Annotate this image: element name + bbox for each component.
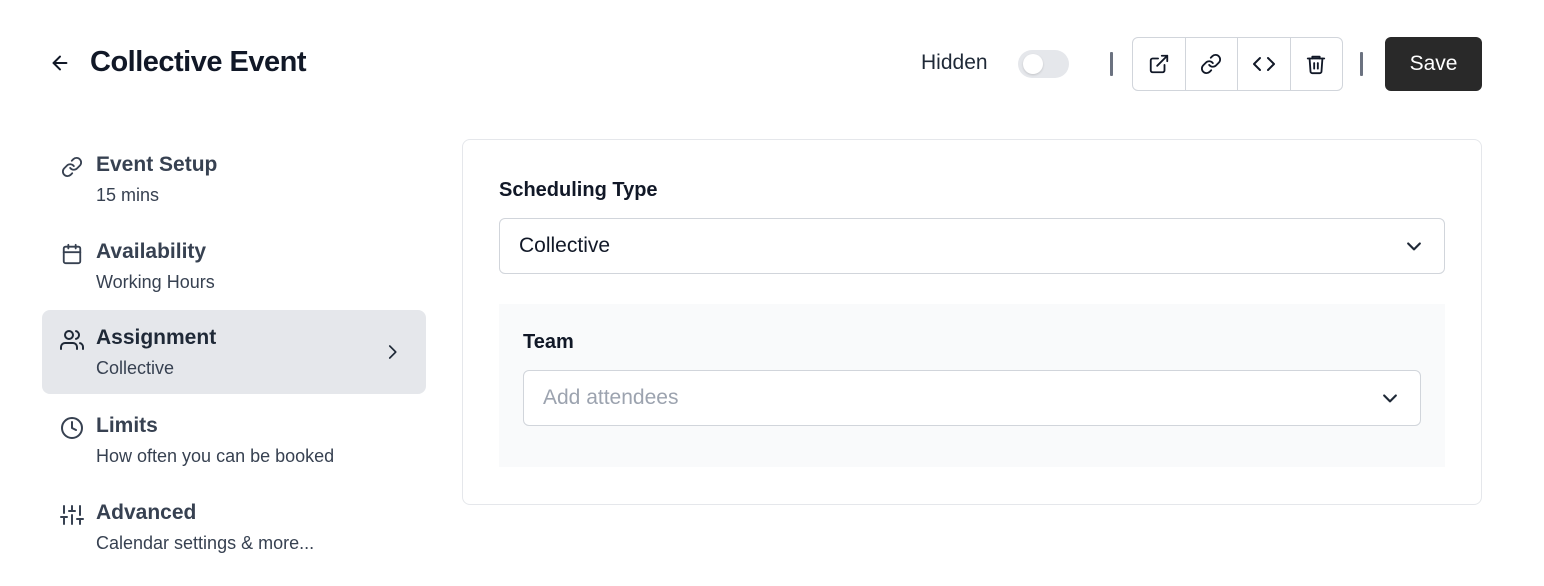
sidebar-item-limits[interactable]: Limits How often you can be booked (42, 400, 426, 484)
sidebar-item-label: Advanced (96, 501, 197, 524)
embed-button[interactable] (1238, 38, 1291, 90)
sidebar-item-label: Limits (96, 414, 158, 437)
clock-icon (60, 416, 84, 440)
scheduling-type-value: Collective (519, 234, 611, 257)
team-attendees-select[interactable]: Add attendees (523, 370, 1421, 426)
team-panel: Team Add attendees (499, 304, 1445, 467)
team-label: Team (523, 331, 574, 353)
sidebar-item-description: Calendar settings & more... (96, 533, 315, 553)
sidebar-item-description: 15 mins (96, 185, 160, 205)
event-actions-group (1132, 37, 1343, 91)
chevron-right-icon (382, 340, 402, 364)
hidden-toggle[interactable] (1018, 50, 1069, 78)
sidebar-item-event-setup[interactable]: Event Setup 15 mins (42, 139, 426, 223)
arrow-left-icon (52, 55, 68, 71)
sidebar-item-description: Working Hours (96, 272, 215, 292)
save-button[interactable]: Save (1385, 37, 1482, 91)
assignment-card: Scheduling Type Collective Team Add atte… (462, 139, 1482, 505)
sidebar-item-label: Availability (96, 240, 207, 263)
scheduling-type-select[interactable]: Collective (499, 218, 1445, 274)
preview-button[interactable] (1133, 38, 1186, 90)
hidden-label: Hidden (921, 51, 988, 74)
divider (1360, 52, 1363, 76)
link-icon (60, 155, 84, 179)
sidebar-item-label: Event Setup (96, 153, 218, 176)
trash-icon (1307, 55, 1326, 75)
sidebar-item-advanced[interactable]: Advanced Calendar settings & more... (42, 487, 426, 571)
back-button[interactable] (44, 47, 76, 79)
link-icon (1201, 53, 1222, 75)
page-title: Collective Event (90, 46, 307, 78)
sidebar-item-assignment[interactable]: Assignment Collective (42, 310, 426, 394)
sidebar-item-availability[interactable]: Availability Working Hours (42, 226, 426, 310)
sidebar-item-description: Collective (96, 358, 175, 378)
users-icon (60, 328, 84, 352)
divider (1110, 52, 1113, 76)
sliders-icon (60, 503, 84, 527)
sidebar-item-label: Assignment (96, 326, 217, 349)
external-link-icon (1149, 54, 1168, 74)
sidebar-item-description: How often you can be booked (96, 446, 335, 466)
chevron-down-icon (1380, 388, 1400, 408)
chevron-down-icon (1404, 236, 1424, 256)
toggle-knob (1023, 54, 1043, 74)
calendar-icon (60, 242, 84, 266)
team-placeholder: Add attendees (543, 386, 679, 409)
copy-link-button[interactable] (1186, 38, 1238, 90)
scheduling-type-label: Scheduling Type (499, 179, 658, 201)
delete-button[interactable] (1291, 38, 1343, 90)
code-icon (1252, 57, 1275, 71)
